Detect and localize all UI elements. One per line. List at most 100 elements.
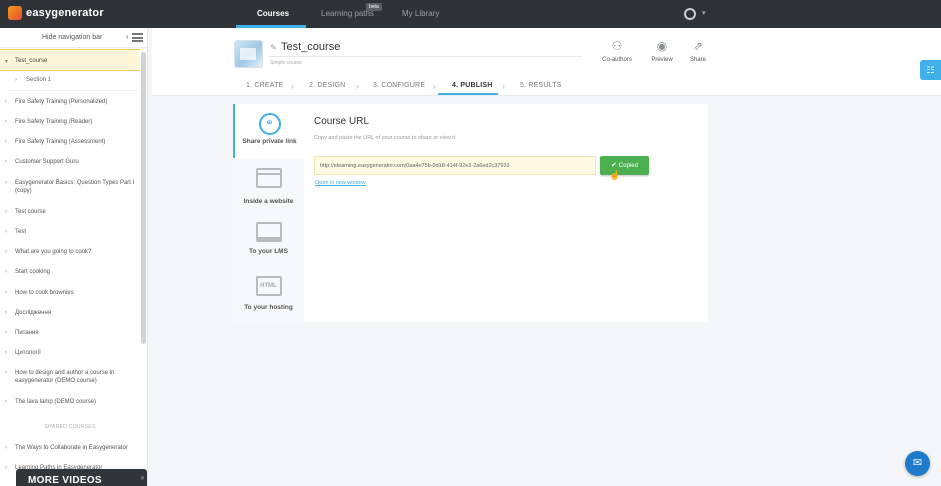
sidebar-item-label: Customer Support Guru [15, 159, 79, 165]
chevron-right-icon: › [5, 139, 7, 145]
sidebar-item-course[interactable]: › Питання [0, 329, 140, 337]
course-type: Simple course [270, 60, 302, 66]
sidebar-item-course[interactable]: › Start cooking [0, 268, 140, 276]
course-url-field[interactable]: http://elearning.easygenerator.com/0aa4e… [314, 156, 596, 175]
tab-courses[interactable]: Courses [257, 9, 289, 18]
eye-icon: ◉ [656, 39, 668, 53]
tab-my-library[interactable]: My Library [402, 9, 439, 18]
title-underline [268, 56, 582, 57]
chevron-right-icon: › [15, 77, 17, 83]
chevron-right-icon: › [5, 249, 7, 255]
copied-label: Copied [618, 163, 638, 169]
option-label: To your hosting [244, 304, 293, 311]
sidebar-item-course[interactable]: › Easygenerator Basics: Question Types Pa… [0, 179, 140, 195]
chevron-right-icon: › [5, 180, 7, 186]
share-button[interactable]: ⇗ Share [678, 38, 718, 63]
close-icon[interactable]: ✕ [140, 475, 145, 482]
chevron-right-icon: › [356, 81, 359, 91]
sidebar-item-label: Дослідження [15, 310, 52, 316]
sidebar-header[interactable]: Hide navigation bar ‹ [0, 28, 147, 48]
sidebar-item-course[interactable]: › What are you going to cook? [0, 248, 140, 256]
sidebar-item-section[interactable]: › Section 1 [0, 77, 140, 83]
sidebar-item-label: Fire Safety Training (Personalized) [15, 99, 108, 105]
link-icon: ⚭ [258, 113, 281, 135]
sidebar-item-label: What are you going to cook? [15, 249, 92, 255]
menu-icon[interactable] [132, 33, 143, 42]
step-create[interactable]: 1. CREATE [246, 82, 283, 89]
hide-navigation-label[interactable]: Hide navigation bar [42, 34, 102, 41]
sidebar-item-active-course[interactable]: ▾ Test_course [0, 49, 140, 71]
step-publish[interactable]: 4. PUBLISH [452, 82, 493, 89]
course-title[interactable]: Test_course [281, 41, 340, 53]
step-design[interactable]: 2. DESIGN [309, 82, 345, 89]
chevron-down-icon[interactable]: ▾ [702, 9, 706, 17]
sidebar-item-label: How to cook brownies [15, 290, 74, 296]
sidebar-item-course[interactable]: › Test [0, 228, 140, 236]
sidebar-item-course[interactable]: › Fire Safety Training (Reader) [0, 118, 140, 126]
chat-icon[interactable]: ✉ [905, 451, 930, 476]
sidebar-item-course[interactable]: › Customer Support Guru [0, 158, 140, 166]
sidebar-item-shared-course[interactable]: › The Ways to Collaborate in Easygenerato… [0, 444, 140, 452]
sidebar-item-course[interactable]: › How to cook brownies [0, 289, 140, 297]
course-sidebar: Hide navigation bar ‹ ▾ Test_course › Se… [0, 28, 148, 486]
option-label: Inside a website [243, 198, 294, 205]
more-videos-overlay[interactable]: MORE VIDEOS [16, 469, 147, 486]
sidebar-item-course[interactable]: › How to design and author a course in ea… [0, 369, 140, 385]
brand-logo[interactable]: easygenerator [8, 6, 104, 20]
chevron-right-icon: › [5, 310, 7, 316]
sidebar-scrollbar[interactable] [141, 52, 146, 344]
option-share-private-link[interactable]: ⚭ Share private link [233, 104, 304, 158]
sidebar-item-course[interactable]: › Дослідження [0, 309, 140, 317]
open-in-new-window-link[interactable]: Open in new window [315, 180, 366, 186]
chevron-right-icon: › [5, 399, 7, 405]
course-url-title: Course URL [314, 116, 370, 127]
sidebar-item-label: Цитології [15, 350, 41, 356]
sidebar-item-course[interactable]: › Fire Safety Training (Personalized) [0, 98, 140, 106]
chevron-left-icon[interactable]: ‹ [126, 32, 129, 41]
chevron-right-icon: › [5, 209, 7, 215]
chevron-right-icon: › [5, 330, 7, 336]
logo-icon [8, 6, 22, 20]
coauthors-label: Co-authors [602, 57, 632, 63]
sidebar-item-label: Test_course [15, 58, 48, 64]
sidebar-item-course[interactable]: › Fire Safety Training (Assessment) [0, 138, 140, 146]
course-url-description: Copy and paste the URL of your course to… [314, 135, 457, 141]
pencil-icon[interactable]: ✎ [270, 43, 277, 52]
chevron-right-icon: › [5, 159, 7, 165]
share-icon: ⇗ [692, 39, 704, 53]
beta-badge: beta [366, 3, 382, 11]
copied-button[interactable]: ✔ Copied [600, 156, 649, 175]
shared-courses-heading: SHARED COURSES [44, 424, 96, 430]
sidebar-item-course[interactable]: › The lava lamp (DEMO course) [0, 398, 140, 406]
divider [8, 90, 138, 91]
option-to-your-hosting[interactable]: HTML To your hosting [233, 276, 304, 311]
coauthors-button[interactable]: ⚇ Co-authors [597, 38, 637, 63]
monitor-icon [255, 222, 282, 242]
sidebar-item-label: Fire Safety Training (Assessment) [15, 139, 106, 145]
chevron-right-icon: › [5, 350, 7, 356]
option-to-your-lms[interactable]: To your LMS [233, 222, 304, 255]
feedback-tab-icon[interactable]: ☷ [920, 60, 941, 80]
user-avatar[interactable] [684, 8, 696, 20]
sidebar-item-course[interactable]: › Test course [0, 208, 140, 216]
active-step-indicator [438, 93, 498, 95]
coauthors-icon: ⚇ [611, 39, 623, 53]
chevron-right-icon: › [5, 465, 7, 471]
step-configure[interactable]: 3. CONFIGURE [373, 82, 425, 89]
option-inside-website[interactable]: Inside a website [233, 168, 304, 205]
option-label: Share private link [242, 138, 297, 145]
chevron-right-icon: › [5, 99, 7, 105]
preview-label: Preview [651, 57, 673, 63]
preview-button[interactable]: ◉ Preview [642, 38, 682, 63]
sidebar-item-label: Section 1 [26, 77, 52, 83]
thumbnail-image [240, 48, 256, 60]
sidebar-item-label: The lava lamp (DEMO course) [15, 399, 97, 405]
website-icon [255, 168, 282, 188]
chevron-right-icon: › [433, 81, 436, 91]
chevron-right-icon: › [291, 81, 294, 91]
chevron-right-icon: › [5, 229, 7, 235]
sidebar-item-course[interactable]: › Цитології [0, 349, 140, 357]
step-results[interactable]: 5. RESULTS [520, 82, 562, 89]
sidebar-item-label: The Ways to Collaborate in Easygenerator [15, 445, 128, 451]
sidebar-item-label: Easygenerator Basics: Question Types Par… [15, 180, 135, 194]
